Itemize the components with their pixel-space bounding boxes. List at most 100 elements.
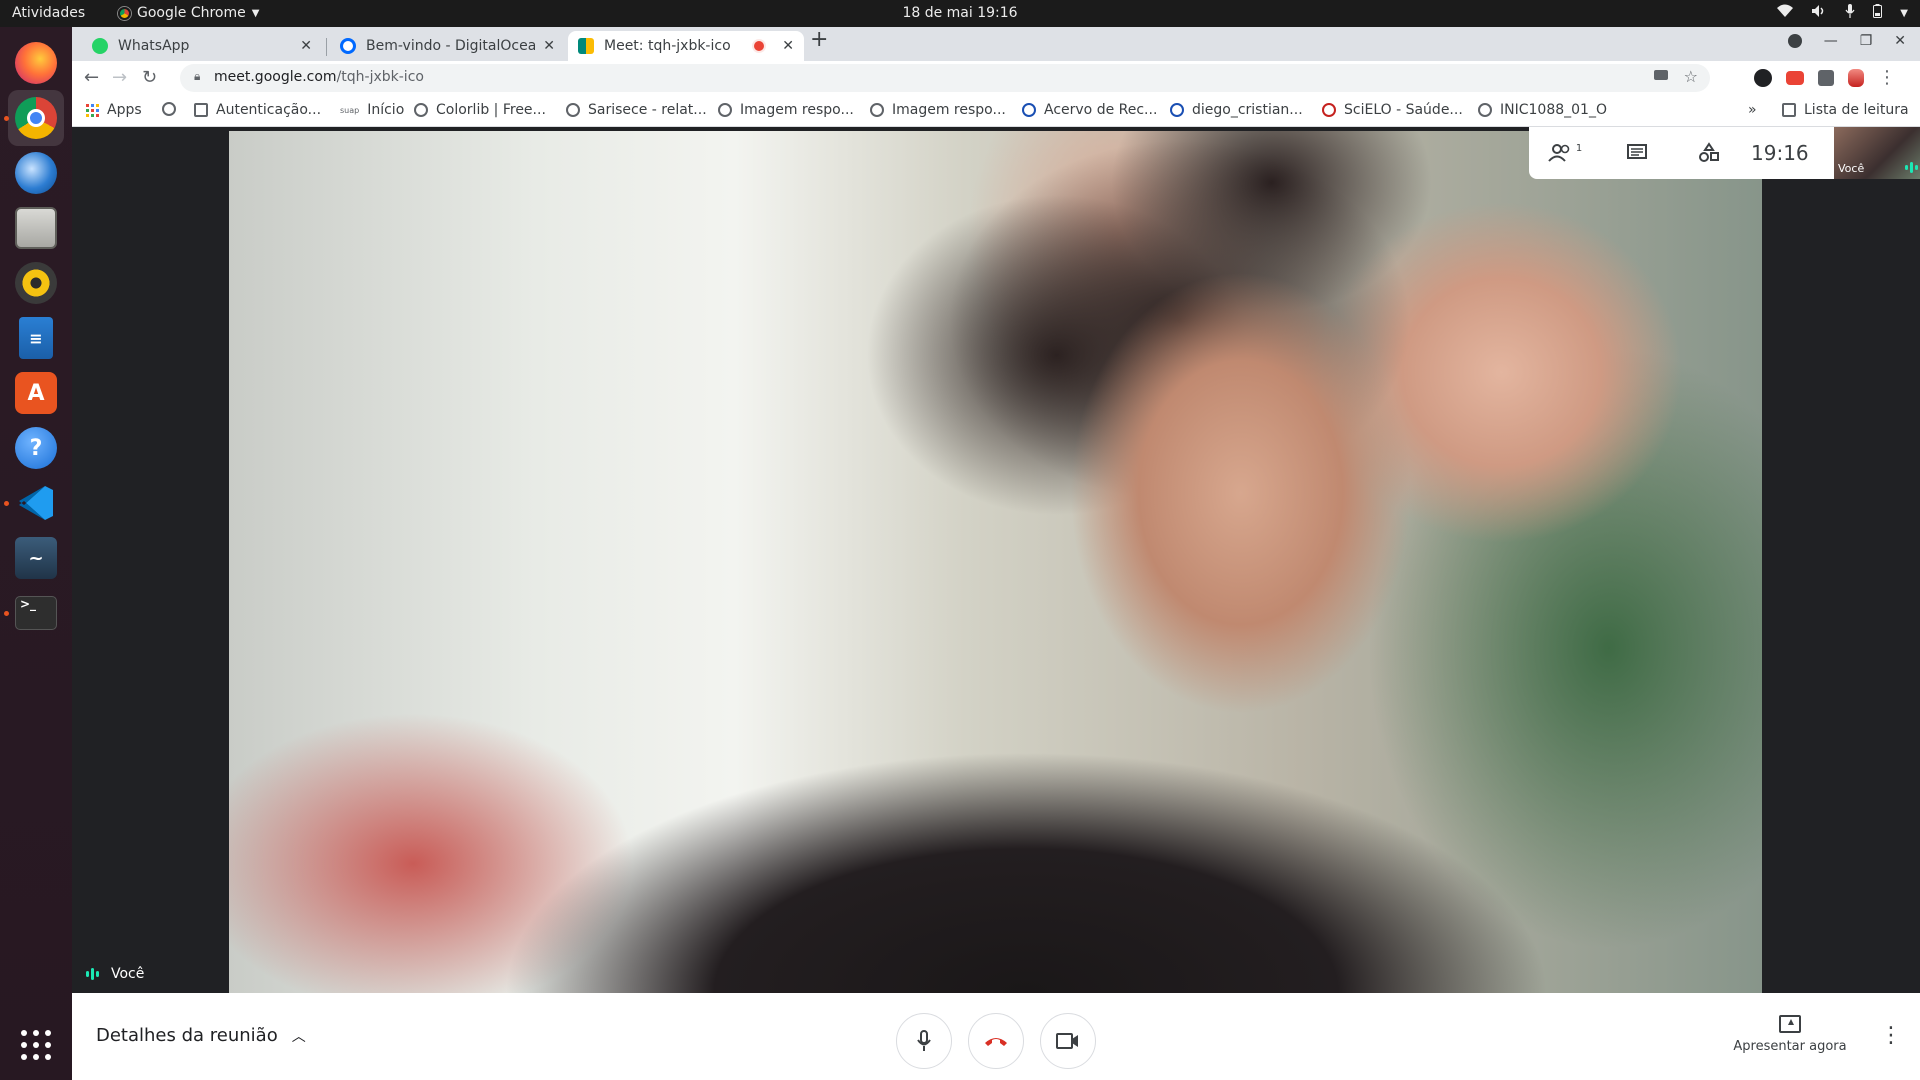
new-tab-button[interactable]: + [810, 27, 828, 52]
dock-terminal[interactable]: >_ [4, 585, 64, 641]
bookmark-item[interactable]: SciELO - Saúde... [1322, 102, 1463, 118]
people-button[interactable]: 1 [1529, 143, 1601, 163]
self-name-tag: Você [86, 966, 144, 982]
close-icon[interactable]: ✕ [782, 38, 794, 54]
more-options-icon[interactable]: ⋮ [1880, 1023, 1902, 1048]
dock-firefox[interactable] [8, 35, 64, 91]
extensions-area: ⋮ [1754, 67, 1896, 88]
bookmark-label: Imagem respo... [892, 102, 1006, 118]
close-icon[interactable]: ✕ [300, 38, 312, 54]
tab-meet[interactable]: Meet: tqh-jxbk-ico ✕ [568, 31, 804, 61]
suap-icon: suap [340, 105, 360, 115]
tab-title: Meet: tqh-jxbk-ico [604, 38, 731, 54]
globe-icon [1478, 103, 1492, 117]
back-icon[interactable]: ← [84, 67, 99, 88]
files-icon [15, 207, 57, 249]
activities-panel-button[interactable] [1673, 142, 1745, 164]
terminal-icon: >_ [15, 596, 57, 630]
close-icon[interactable]: ✕ [543, 38, 555, 54]
tab-digitalocean[interactable]: Bem-vindo - DigitalOcean ✕ [330, 31, 565, 61]
wifi-icon [1777, 4, 1794, 22]
chat-button[interactable] [1601, 143, 1673, 163]
dock-rhythmbox[interactable] [8, 255, 64, 311]
system-tray[interactable]: ▼ [1777, 4, 1908, 22]
self-name: Você [111, 966, 145, 982]
bookmark-item[interactable]: Imagem respo... [870, 102, 1006, 118]
apps-grid-icon [21, 1030, 51, 1060]
app-menu[interactable]: Google Chrome ▼ [118, 5, 259, 21]
meeting-details-label: Detalhes da reunião [96, 1025, 278, 1046]
show-applications-button[interactable] [8, 1017, 64, 1073]
bookmark-item[interactable]: Colorlib | Free... [414, 102, 546, 118]
microphone-icon [1845, 4, 1855, 22]
hang-up-button[interactable] [968, 1013, 1024, 1069]
activities-button[interactable]: Atividades [12, 5, 85, 21]
meet-info-bar: 1 19:16 [1529, 127, 1834, 179]
minimize-icon[interactable]: — [1824, 33, 1838, 49]
extension-a-icon[interactable] [1754, 68, 1772, 87]
dock-thunderbird[interactable] [8, 145, 64, 201]
tab-title: Bem-vindo - DigitalOcean [366, 38, 536, 54]
participant-video[interactable] [229, 131, 1762, 993]
profile-avatar[interactable] [1848, 68, 1864, 87]
people-icon [1548, 144, 1570, 162]
present-now-label: Apresentar agora [1733, 1039, 1847, 1054]
bookmark-item[interactable]: suap Início [340, 102, 404, 118]
bookmark-label: Imagem respo... [740, 102, 854, 118]
close-window-icon[interactable]: ✕ [1894, 33, 1906, 49]
bookmark-label: Sarisece - relat... [588, 102, 707, 118]
dock-chrome[interactable] [4, 90, 64, 146]
youtube-extension-icon[interactable] [1786, 70, 1804, 85]
bookmark-label: Início [367, 102, 405, 118]
chrome-menu-icon[interactable]: ⋮ [1878, 67, 1896, 88]
chrome-icon [118, 6, 131, 20]
bookmark-star-icon[interactable]: ☆ [1684, 67, 1698, 86]
volume-icon [1811, 4, 1827, 22]
chevron-double-right-icon: » [1748, 102, 1757, 118]
video-camera-icon [1056, 1033, 1078, 1049]
bookmark-item[interactable]: Sarisece - relat... [566, 102, 707, 118]
camera-in-use-icon[interactable] [1654, 70, 1668, 80]
reading-list-button[interactable]: Lista de leitura [1782, 102, 1909, 118]
camera-button[interactable] [1040, 1013, 1096, 1069]
bookmarks-overflow-button[interactable]: » [1748, 102, 1757, 118]
forward-icon[interactable]: → [112, 67, 127, 88]
present-now-button[interactable]: Apresentar agora [1730, 1015, 1850, 1054]
meeting-details-button[interactable]: Detalhes da reunião ︿ [96, 1025, 306, 1046]
address-bar[interactable]: 🔒︎ meet.google.com/tqh-jxbk-ico ☆ [180, 64, 1710, 92]
globe-icon [162, 102, 176, 116]
wordpress-icon [414, 103, 428, 117]
bookmark-item[interactable] [162, 102, 184, 116]
dock-software[interactable]: A [8, 365, 64, 421]
bookmark-item[interactable]: diego_cristian... [1170, 102, 1303, 118]
datetime[interactable]: 18 de mai 19:16 [902, 5, 1017, 21]
tab-search-icon[interactable] [1787, 34, 1802, 48]
tab-strip: WhatsApp ✕ Bem-vindo - DigitalOcean ✕ Me… [72, 27, 1920, 61]
bookmark-apps[interactable]: Apps [86, 102, 142, 118]
restore-icon[interactable]: ❐ [1860, 33, 1873, 49]
reload-icon[interactable]: ↻ [142, 67, 157, 88]
caret-down-icon: ▼ [251, 7, 260, 19]
tab-whatsapp[interactable]: WhatsApp ✕ [82, 31, 322, 61]
meet-stage: Você 1 19:16 Você [72, 127, 1920, 993]
bookmark-item[interactable]: Autenticação... [194, 102, 321, 118]
meeting-clock: 19:16 [1751, 141, 1809, 165]
app-menu-label: Google Chrome [137, 5, 246, 21]
bookmark-item[interactable]: Acervo de Rec... [1022, 102, 1157, 118]
dock-vscode[interactable] [4, 475, 64, 531]
dock-files[interactable] [8, 200, 64, 256]
mysql-workbench-icon: ~ [15, 537, 57, 579]
recording-icon [754, 41, 765, 51]
bookmark-label: Apps [107, 102, 142, 118]
dock-mysql-workbench[interactable]: ~ [8, 530, 64, 586]
self-view-tile[interactable]: Você [1834, 127, 1920, 179]
puzzle-icon[interactable] [1818, 69, 1834, 86]
microphone-button[interactable] [896, 1013, 952, 1069]
chevron-up-icon: ︿ [291, 1028, 306, 1045]
bookmark-item[interactable]: INIC1088_01_O [1478, 102, 1607, 118]
bookmark-item[interactable]: Imagem respo... [718, 102, 854, 118]
dock-help[interactable]: ? [8, 420, 64, 476]
dock-writer[interactable]: ≡ [8, 310, 64, 366]
tab-separator [326, 38, 327, 56]
shield-icon [1170, 103, 1184, 117]
